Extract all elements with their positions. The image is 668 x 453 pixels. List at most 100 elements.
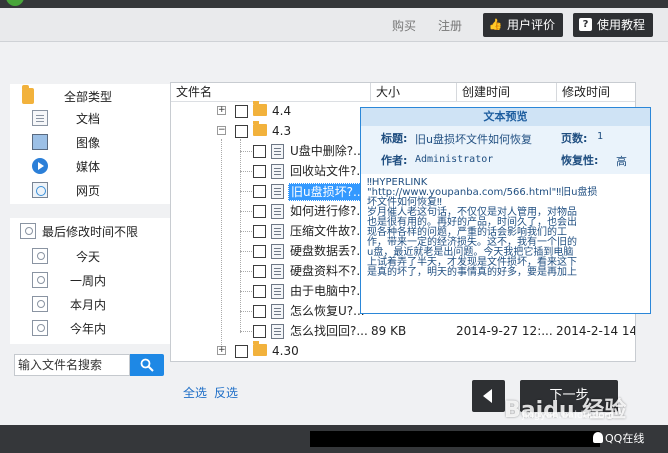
file-name[interactable]: 怎么找回回?... <box>288 323 370 339</box>
type-image-label: 图像 <box>76 135 101 150</box>
file-name[interactable]: 由于电脑中?... <box>288 283 370 299</box>
back-button[interactable] <box>472 380 505 412</box>
document-icon <box>271 204 284 219</box>
file-checkbox[interactable] <box>253 225 266 238</box>
folder-icon <box>22 85 34 104</box>
document-icon <box>271 304 284 319</box>
search-button[interactable] <box>130 354 164 376</box>
file-checkbox[interactable] <box>253 145 266 158</box>
tree-folder-4-30: + 4.30 <box>171 341 635 361</box>
column-size[interactable]: 大小 <box>371 83 457 101</box>
folder-name[interactable]: 4.3 <box>270 123 293 139</box>
collapse-toggle[interactable]: − <box>217 126 226 135</box>
user-review-button[interactable]: 👍 用户评价 <box>483 13 564 37</box>
column-name[interactable]: 文件名 <box>171 83 371 101</box>
document-icon <box>271 244 284 259</box>
preview-author-label: 作者: <box>381 154 408 167</box>
preview-title-value: 旧u盘损坏文件如何恢复 <box>415 133 532 146</box>
tree-line <box>240 311 252 312</box>
file-checkbox[interactable] <box>253 245 266 258</box>
status-bar <box>0 425 668 453</box>
tree-line <box>240 211 252 212</box>
folder-icon <box>253 101 267 116</box>
modified-year[interactable]: 今年内 <box>32 318 106 338</box>
header-bar: 购买 注册 👍 用户评价 ? 使用教程 <box>0 8 668 42</box>
file-name[interactable]: 硬盘数据丢?... <box>288 243 370 259</box>
register-link[interactable]: 注册 <box>438 17 462 34</box>
modified-today[interactable]: 今天 <box>32 246 100 266</box>
type-document[interactable]: 文档 <box>32 108 100 128</box>
document-icon <box>32 110 48 126</box>
folder-name[interactable]: 4.30 <box>270 343 301 359</box>
file-size: 89 KB <box>371 324 407 338</box>
file-checkbox[interactable] <box>253 205 266 218</box>
expand-toggle[interactable]: + <box>217 346 226 355</box>
file-name[interactable]: 如何进行修?... <box>288 203 370 219</box>
file-checkbox[interactable] <box>253 165 266 178</box>
folder-checkbox[interactable] <box>235 345 248 358</box>
user-review-label: 用户评价 <box>507 18 556 32</box>
expand-toggle[interactable]: + <box>217 106 226 115</box>
tree-line <box>240 331 252 332</box>
tree-line <box>240 231 252 232</box>
file-checkbox[interactable] <box>253 325 266 338</box>
buy-link[interactable]: 购买 <box>392 17 416 34</box>
file-created: 2014-9-27 12:... <box>456 324 553 338</box>
modified-time-panel: 最后修改时间不限 今天 一周内 本月内 今年内 <box>10 218 170 344</box>
filename-search-input[interactable]: 输入文件名搜索 <box>14 354 130 376</box>
modified-today-label: 今天 <box>76 249 101 264</box>
column-modified[interactable]: 修改时间 <box>557 83 635 101</box>
file-name[interactable]: 回收站文件?... <box>288 163 370 179</box>
modified-month[interactable]: 本月内 <box>32 294 106 314</box>
preview-author-value: Administrator <box>415 154 494 165</box>
select-all-link[interactable]: 全选 <box>183 384 207 401</box>
qq-online-link[interactable]: QQ在线 <box>593 430 644 446</box>
clock-icon <box>32 272 48 288</box>
tree-line <box>240 291 252 292</box>
tutorial-label: 使用教程 <box>597 18 646 32</box>
redacted-area <box>310 431 600 447</box>
file-name[interactable]: U盘中删除?... <box>288 143 367 159</box>
file-checkbox[interactable] <box>253 185 266 198</box>
folder-name[interactable]: 4.4 <box>270 103 293 119</box>
document-icon <box>271 284 284 299</box>
tutorial-button[interactable]: ? 使用教程 <box>573 13 654 37</box>
type-webpage[interactable]: 网页 <box>32 180 100 200</box>
file-type-panel: 全部类型 文档 图像 媒体 网页 <box>10 84 170 204</box>
modified-year-label: 今年内 <box>70 321 107 336</box>
modified-any[interactable]: 最后修改时间不限 <box>20 221 138 241</box>
file-checkbox[interactable] <box>253 265 266 278</box>
folder-checkbox[interactable] <box>235 125 248 138</box>
text-preview-popup: 文本预览 标题: 旧u盘损坏文件如何恢复 页数: 1 作者: Administr… <box>360 107 651 314</box>
file-name[interactable]: 压缩文件故?... <box>288 223 370 239</box>
invert-selection-link[interactable]: 反选 <box>214 384 238 401</box>
file-checkbox[interactable] <box>253 285 266 298</box>
folder-icon <box>253 341 267 356</box>
type-media-label: 媒体 <box>76 159 101 174</box>
folder-checkbox[interactable] <box>235 105 248 118</box>
watermark-url: jingyan.baidu.com <box>522 410 615 421</box>
preview-recover-value: 高 <box>616 155 627 168</box>
document-icon <box>271 224 284 239</box>
help-icon: ? <box>579 18 592 31</box>
file-name[interactable]: 旧u盘损坏?... <box>288 183 368 201</box>
modified-week-label: 一周内 <box>70 273 107 288</box>
tree-line <box>240 271 252 272</box>
tree-line <box>240 191 252 192</box>
webpage-icon <box>32 182 48 198</box>
type-image[interactable]: 图像 <box>32 132 100 152</box>
type-webpage-label: 网页 <box>76 183 101 198</box>
clock-icon <box>32 296 48 312</box>
preview-recover-label: 恢复性: <box>561 154 599 167</box>
type-media[interactable]: 媒体 <box>32 156 100 176</box>
document-icon <box>271 324 284 339</box>
file-name[interactable]: 怎么恢复U?... <box>288 303 367 319</box>
file-checkbox[interactable] <box>253 305 266 318</box>
file-name[interactable]: 硬盘资料不?... <box>288 263 370 279</box>
modified-week[interactable]: 一周内 <box>32 270 106 290</box>
type-all[interactable]: 全部类型 <box>22 85 112 106</box>
column-created[interactable]: 创建时间 <box>457 83 557 101</box>
qq-online-label: QQ在线 <box>605 432 645 445</box>
preview-title-label: 标题: <box>381 132 408 145</box>
type-document-label: 文档 <box>76 111 101 126</box>
